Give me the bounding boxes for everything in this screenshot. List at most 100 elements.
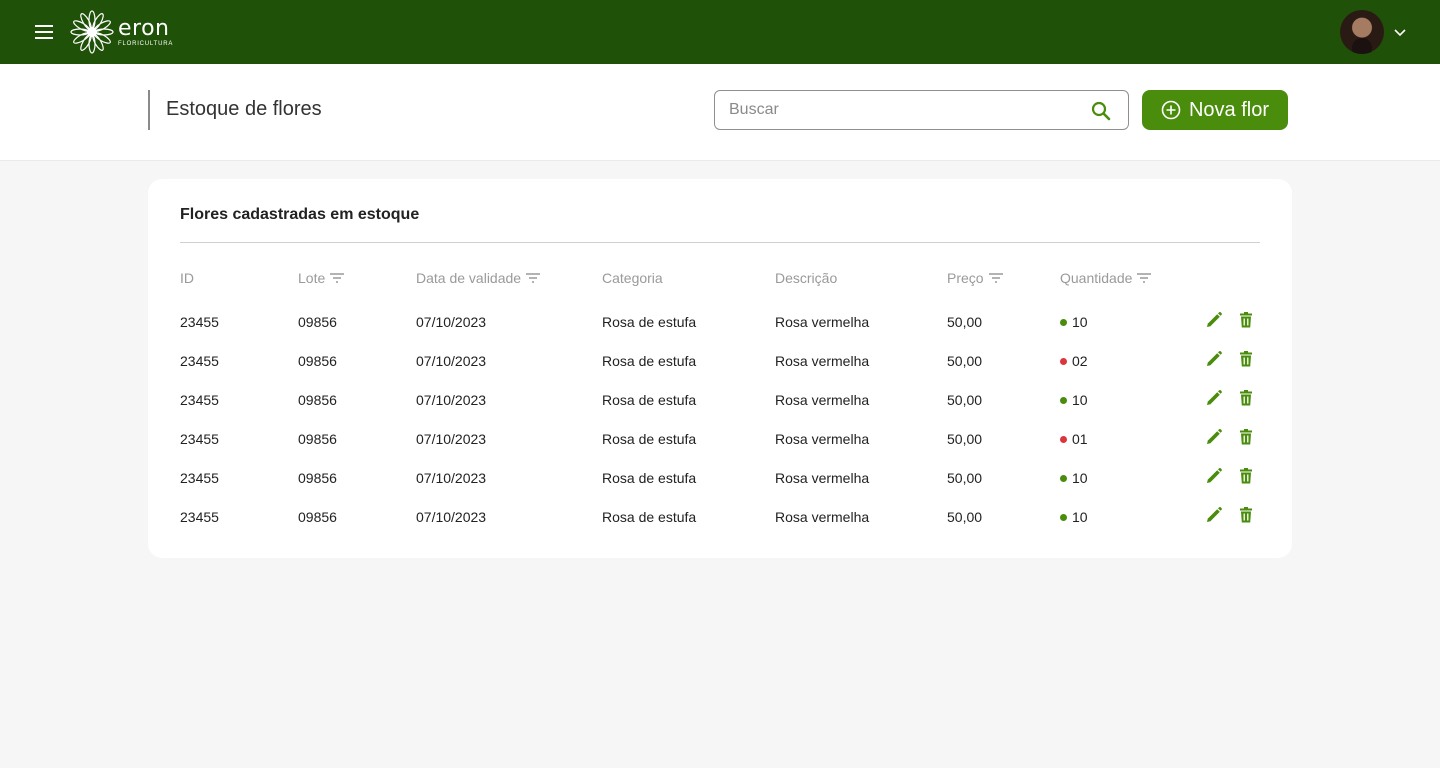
cell-validade: 07/10/2023 bbox=[416, 392, 487, 408]
cell-validade: 07/10/2023 bbox=[416, 314, 487, 330]
cell-preco: 50,00 bbox=[947, 392, 983, 408]
pencil-icon[interactable] bbox=[1205, 311, 1223, 329]
cell-descricao: Rosa vermelha bbox=[775, 470, 870, 486]
cell-validade: 07/10/2023 bbox=[416, 509, 487, 525]
quantity-value: 10 bbox=[1072, 509, 1088, 525]
trash-icon[interactable] bbox=[1237, 311, 1255, 329]
user-avatar[interactable] bbox=[1340, 10, 1384, 54]
cell-descricao: Rosa vermelha bbox=[775, 509, 870, 525]
table-row[interactable]: 23455 09856 07/10/2023 Rosa de estufa Rosa v… bbox=[148, 467, 1292, 509]
pencil-icon[interactable] bbox=[1205, 350, 1223, 368]
table-row[interactable]: 23455 09856 07/10/2023 Rosa de estufa Rosa v… bbox=[148, 506, 1292, 548]
table-row[interactable]: 23455 09856 07/10/2023 Rosa de estufa Rosa v… bbox=[148, 350, 1292, 392]
cell-preco: 50,00 bbox=[947, 314, 983, 330]
logo-subtitle: FLORICULTURA bbox=[118, 40, 174, 47]
cell-quantidade: 10 bbox=[1060, 392, 1088, 408]
search-input[interactable] bbox=[729, 99, 1079, 121]
column-header-id: ID bbox=[180, 270, 194, 286]
cell-descricao: Rosa vermelha bbox=[775, 353, 870, 369]
cell-categoria: Rosa de estufa bbox=[602, 470, 697, 486]
quantity-value: 01 bbox=[1072, 431, 1088, 447]
cell-validade: 07/10/2023 bbox=[416, 470, 487, 486]
cell-categoria: Rosa de estufa bbox=[602, 431, 697, 447]
cell-id: 23455 bbox=[180, 314, 219, 330]
pencil-icon[interactable] bbox=[1205, 389, 1223, 407]
cell-quantidade: 10 bbox=[1060, 314, 1088, 330]
menu-icon[interactable] bbox=[32, 22, 56, 42]
pencil-icon[interactable] bbox=[1205, 467, 1223, 485]
card-title: Flores cadastradas em estoque bbox=[180, 206, 420, 223]
cell-lote: 09856 bbox=[298, 509, 337, 525]
cell-id: 23455 bbox=[180, 509, 219, 525]
cell-quantidade: 01 bbox=[1060, 431, 1088, 447]
cell-descricao: Rosa vermelha bbox=[775, 431, 870, 447]
chevron-down-icon[interactable] bbox=[1392, 24, 1408, 40]
cell-descricao: Rosa vermelha bbox=[775, 314, 870, 330]
add-circle-icon bbox=[1161, 100, 1181, 120]
trash-icon[interactable] bbox=[1237, 389, 1255, 407]
trash-icon[interactable] bbox=[1237, 428, 1255, 446]
cell-validade: 07/10/2023 bbox=[416, 431, 487, 447]
app-logo[interactable]: eron FLORICULTURA bbox=[70, 10, 173, 54]
cell-id: 23455 bbox=[180, 431, 219, 447]
quantity-value: 10 bbox=[1072, 392, 1088, 408]
quantity-value: 02 bbox=[1072, 353, 1088, 369]
column-header-categoria: Categoria bbox=[602, 270, 663, 286]
status-dot bbox=[1060, 358, 1067, 365]
cell-preco: 50,00 bbox=[947, 431, 983, 447]
cell-quantidade: 10 bbox=[1060, 509, 1088, 525]
cell-categoria: Rosa de estufa bbox=[602, 314, 697, 330]
cell-id: 23455 bbox=[180, 392, 219, 408]
new-flower-button[interactable]: Nova flor bbox=[1142, 90, 1288, 130]
cell-categoria: Rosa de estufa bbox=[602, 353, 697, 369]
status-dot bbox=[1060, 514, 1067, 521]
search-box[interactable] bbox=[714, 90, 1129, 130]
cell-lote: 09856 bbox=[298, 431, 337, 447]
table-row[interactable]: 23455 09856 07/10/2023 Rosa de estufa Rosa v… bbox=[148, 389, 1292, 431]
pencil-icon[interactable] bbox=[1205, 428, 1223, 446]
cell-validade: 07/10/2023 bbox=[416, 353, 487, 369]
cell-quantidade: 02 bbox=[1060, 353, 1088, 369]
quantity-value: 10 bbox=[1072, 314, 1088, 330]
column-header-validade[interactable]: Data de validade bbox=[416, 270, 541, 286]
title-accent-bar bbox=[148, 90, 150, 130]
filter-icon[interactable] bbox=[1136, 272, 1152, 284]
cell-quantidade: 10 bbox=[1060, 470, 1088, 486]
quantity-value: 10 bbox=[1072, 470, 1088, 486]
trash-icon[interactable] bbox=[1237, 467, 1255, 485]
top-bar: eron FLORICULTURA bbox=[0, 0, 1440, 64]
column-header-lote[interactable]: Lote bbox=[298, 270, 345, 286]
logo-name: eron bbox=[118, 15, 170, 41]
cell-categoria: Rosa de estufa bbox=[602, 392, 697, 408]
status-dot bbox=[1060, 475, 1067, 482]
search-icon[interactable] bbox=[1090, 100, 1112, 122]
cell-preco: 50,00 bbox=[947, 470, 983, 486]
filter-icon[interactable] bbox=[525, 272, 541, 284]
flower-logo-icon bbox=[70, 10, 114, 54]
table-row[interactable]: 23455 09856 07/10/2023 Rosa de estufa Rosa v… bbox=[148, 428, 1292, 470]
column-header-preco[interactable]: Preço bbox=[947, 270, 1004, 286]
cell-id: 23455 bbox=[180, 470, 219, 486]
filter-icon[interactable] bbox=[329, 272, 345, 284]
page-header: Estoque de flores Nova flor bbox=[0, 64, 1440, 161]
filter-icon[interactable] bbox=[988, 272, 1004, 284]
cell-categoria: Rosa de estufa bbox=[602, 509, 697, 525]
cell-lote: 09856 bbox=[298, 353, 337, 369]
column-header-quantidade[interactable]: Quantidade bbox=[1060, 270, 1152, 286]
cell-id: 23455 bbox=[180, 353, 219, 369]
status-dot bbox=[1060, 436, 1067, 443]
trash-icon[interactable] bbox=[1237, 506, 1255, 524]
status-dot bbox=[1060, 397, 1067, 404]
column-header-descricao: Descrição bbox=[775, 270, 838, 286]
cell-lote: 09856 bbox=[298, 314, 337, 330]
new-flower-label: Nova flor bbox=[1188, 98, 1270, 121]
stock-card: Flores cadastradas em estoque ID Lote Da… bbox=[148, 179, 1292, 558]
cell-descricao: Rosa vermelha bbox=[775, 392, 870, 408]
trash-icon[interactable] bbox=[1237, 350, 1255, 368]
cell-preco: 50,00 bbox=[947, 353, 983, 369]
pencil-icon[interactable] bbox=[1205, 506, 1223, 524]
page-title: Estoque de flores bbox=[166, 98, 322, 120]
cell-lote: 09856 bbox=[298, 470, 337, 486]
status-dot bbox=[1060, 319, 1067, 326]
table-row[interactable]: 23455 09856 07/10/2023 Rosa de estufa Rosa v… bbox=[148, 311, 1292, 353]
